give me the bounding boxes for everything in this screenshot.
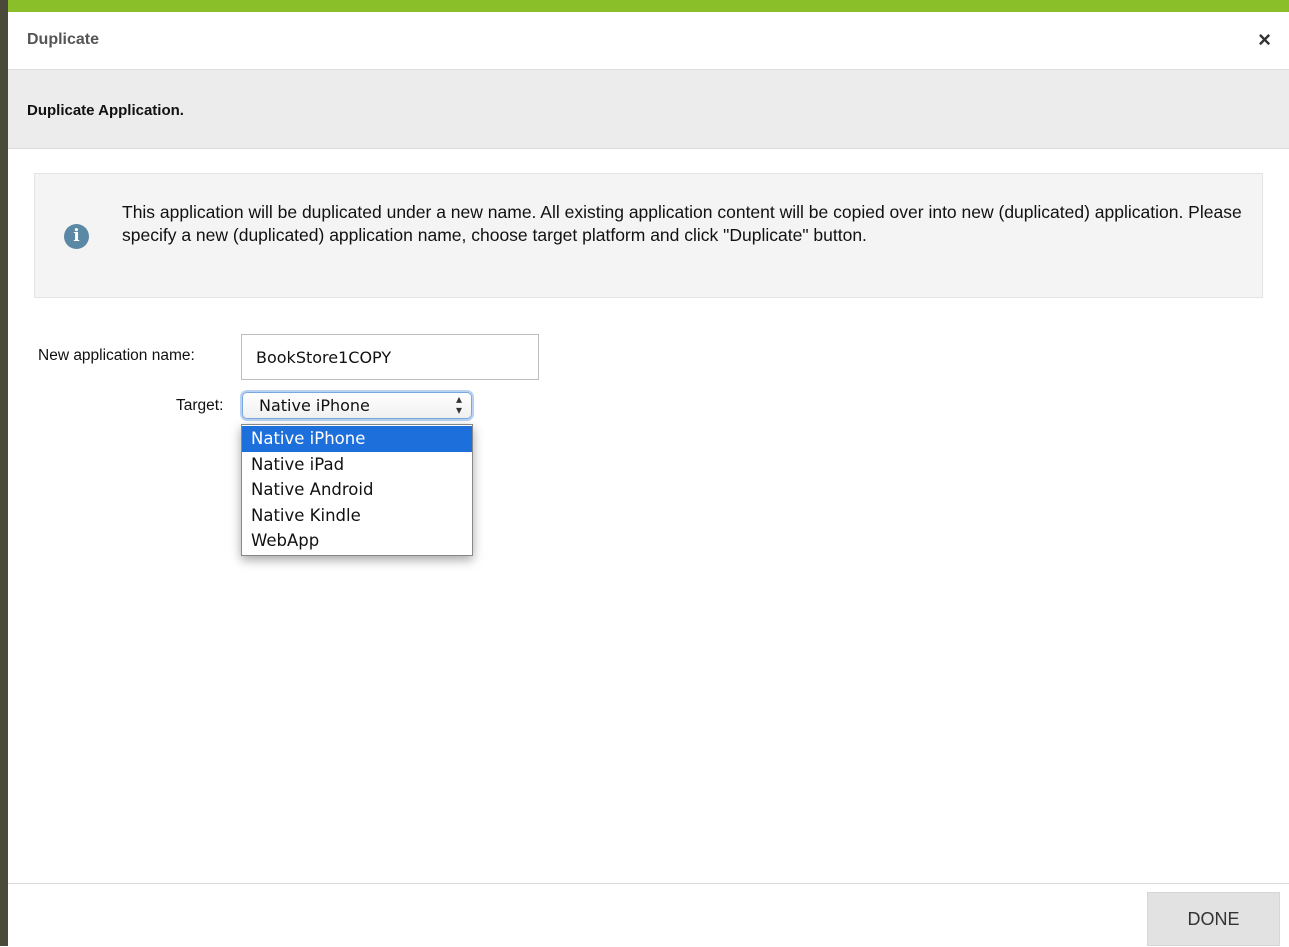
dialog-footer: DONE (8, 883, 1289, 947)
target-option[interactable]: Native Android (242, 477, 472, 503)
dialog-title: Duplicate (27, 31, 100, 48)
application-name-input[interactable] (241, 334, 539, 380)
duplicate-dialog: Duplicate × Duplicate Application. i Thi… (8, 0, 1289, 947)
info-panel: i This application will be duplicated un… (34, 173, 1263, 298)
dialog-subheader: Duplicate Application. (8, 70, 1289, 149)
accent-bar (8, 0, 1289, 12)
info-icon: i (64, 224, 89, 249)
target-select[interactable]: Native iPhone ▴ ▾ (242, 392, 472, 419)
select-arrows-icon: ▴ ▾ (455, 392, 462, 417)
dialog-titlebar: Duplicate × (8, 12, 1289, 70)
done-button[interactable]: DONE (1147, 892, 1280, 946)
target-option[interactable]: Native iPad (242, 452, 472, 478)
close-icon[interactable]: × (1258, 27, 1271, 53)
target-option[interactable]: Native iPhone (242, 426, 472, 452)
info-text: This application will be duplicated unde… (122, 202, 1242, 245)
target-label: Target: (176, 397, 224, 414)
subheader-title: Duplicate Application. (27, 102, 184, 119)
name-label: New application name: (38, 347, 195, 364)
target-option[interactable]: WebApp (242, 528, 472, 554)
target-dropdown-list: Native iPhone Native iPad Native Android… (241, 424, 473, 556)
target-selected-value: Native iPhone (259, 396, 370, 415)
target-option[interactable]: Native Kindle (242, 503, 472, 529)
background-strip (0, 0, 8, 946)
